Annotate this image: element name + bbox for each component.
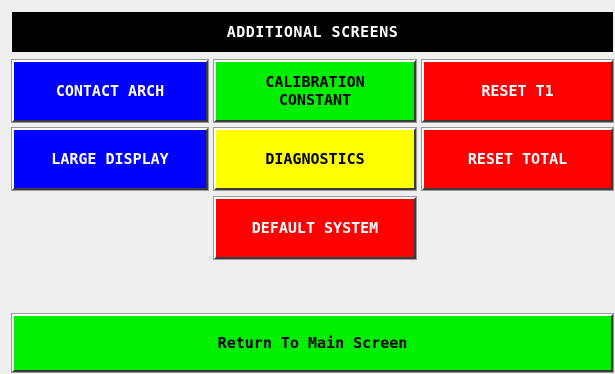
screen-title-bar: ADDITIONAL SCREENS xyxy=(12,12,613,52)
default-system-button[interactable]: DEFAULT SYSTEM xyxy=(213,196,417,260)
large-display-label: LARGE DISPLAY xyxy=(51,150,169,168)
large-display-button[interactable]: LARGE DISPLAY xyxy=(11,127,209,191)
diagnostics-button[interactable]: DIAGNOSTICS xyxy=(213,127,417,191)
calibration-constant-label: CALIBRATION CONSTANT xyxy=(265,73,365,109)
default-system-label: DEFAULT SYSTEM xyxy=(251,219,379,237)
diagnostics-label: DIAGNOSTICS xyxy=(265,150,365,168)
reset-total-button[interactable]: RESET TOTAL xyxy=(421,127,614,191)
contact-arch-button[interactable]: CONTACT ARCH xyxy=(11,59,209,123)
contact-arch-label: CONTACT ARCH xyxy=(55,82,165,100)
reset-t1-button[interactable]: RESET T1 xyxy=(421,59,614,123)
reset-t1-label: RESET T1 xyxy=(481,82,554,100)
screen-title: ADDITIONAL SCREENS xyxy=(226,23,399,41)
return-to-main-screen-label: Return To Main Screen xyxy=(217,334,408,352)
reset-total-label: RESET TOTAL xyxy=(467,150,568,168)
return-to-main-screen-button[interactable]: Return To Main Screen xyxy=(11,313,614,373)
calibration-constant-button[interactable]: CALIBRATION CONSTANT xyxy=(213,59,417,123)
